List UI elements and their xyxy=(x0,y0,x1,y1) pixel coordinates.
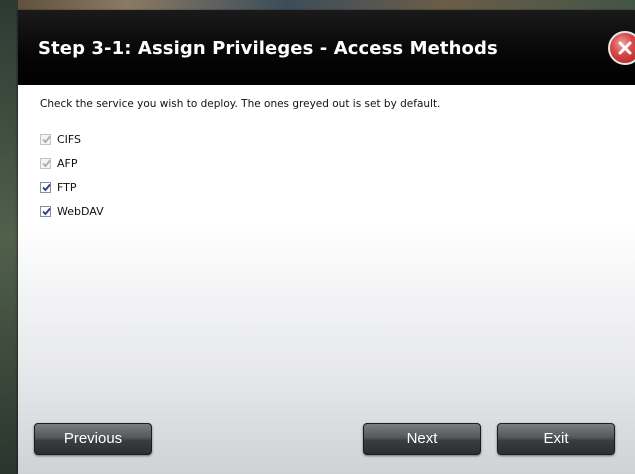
service-label: WebDAV xyxy=(57,204,104,218)
checkmark-icon xyxy=(42,159,51,167)
service-checkbox[interactable] xyxy=(40,181,51,193)
close-button[interactable] xyxy=(608,31,635,65)
checkmark-icon xyxy=(42,135,51,143)
close-icon xyxy=(618,41,632,55)
service-option-webdav[interactable]: WebDAV xyxy=(40,199,104,223)
service-label: AFP xyxy=(57,156,78,170)
dialog-body: Check the service you wish to deploy. Th… xyxy=(18,85,635,474)
previous-button[interactable]: Previous xyxy=(34,423,152,455)
desktop-backdrop-left xyxy=(0,0,18,474)
service-option-cifs: CIFS xyxy=(40,127,104,151)
service-option-afp: AFP xyxy=(40,151,104,175)
service-checkbox xyxy=(40,157,51,169)
service-option-ftp[interactable]: FTP xyxy=(40,175,104,199)
service-label: FTP xyxy=(57,180,77,194)
dialog-titlebar: Step 3-1: Assign Privileges - Access Met… xyxy=(18,10,635,85)
exit-button[interactable]: Exit xyxy=(497,423,615,455)
service-checkbox xyxy=(40,133,51,145)
service-list: CIFS AFP FTP WebDAV xyxy=(40,127,104,223)
dialog-title: Step 3-1: Assign Privileges - Access Met… xyxy=(38,38,498,59)
service-checkbox[interactable] xyxy=(40,205,51,217)
wizard-dialog: Step 3-1: Assign Privileges - Access Met… xyxy=(18,10,635,474)
next-button[interactable]: Next xyxy=(363,423,481,455)
service-label: CIFS xyxy=(57,132,82,146)
desktop-backdrop-strip xyxy=(0,0,635,10)
checkmark-icon xyxy=(42,207,51,215)
instructions-text: Check the service you wish to deploy. Th… xyxy=(40,98,441,110)
checkmark-icon xyxy=(42,183,51,191)
